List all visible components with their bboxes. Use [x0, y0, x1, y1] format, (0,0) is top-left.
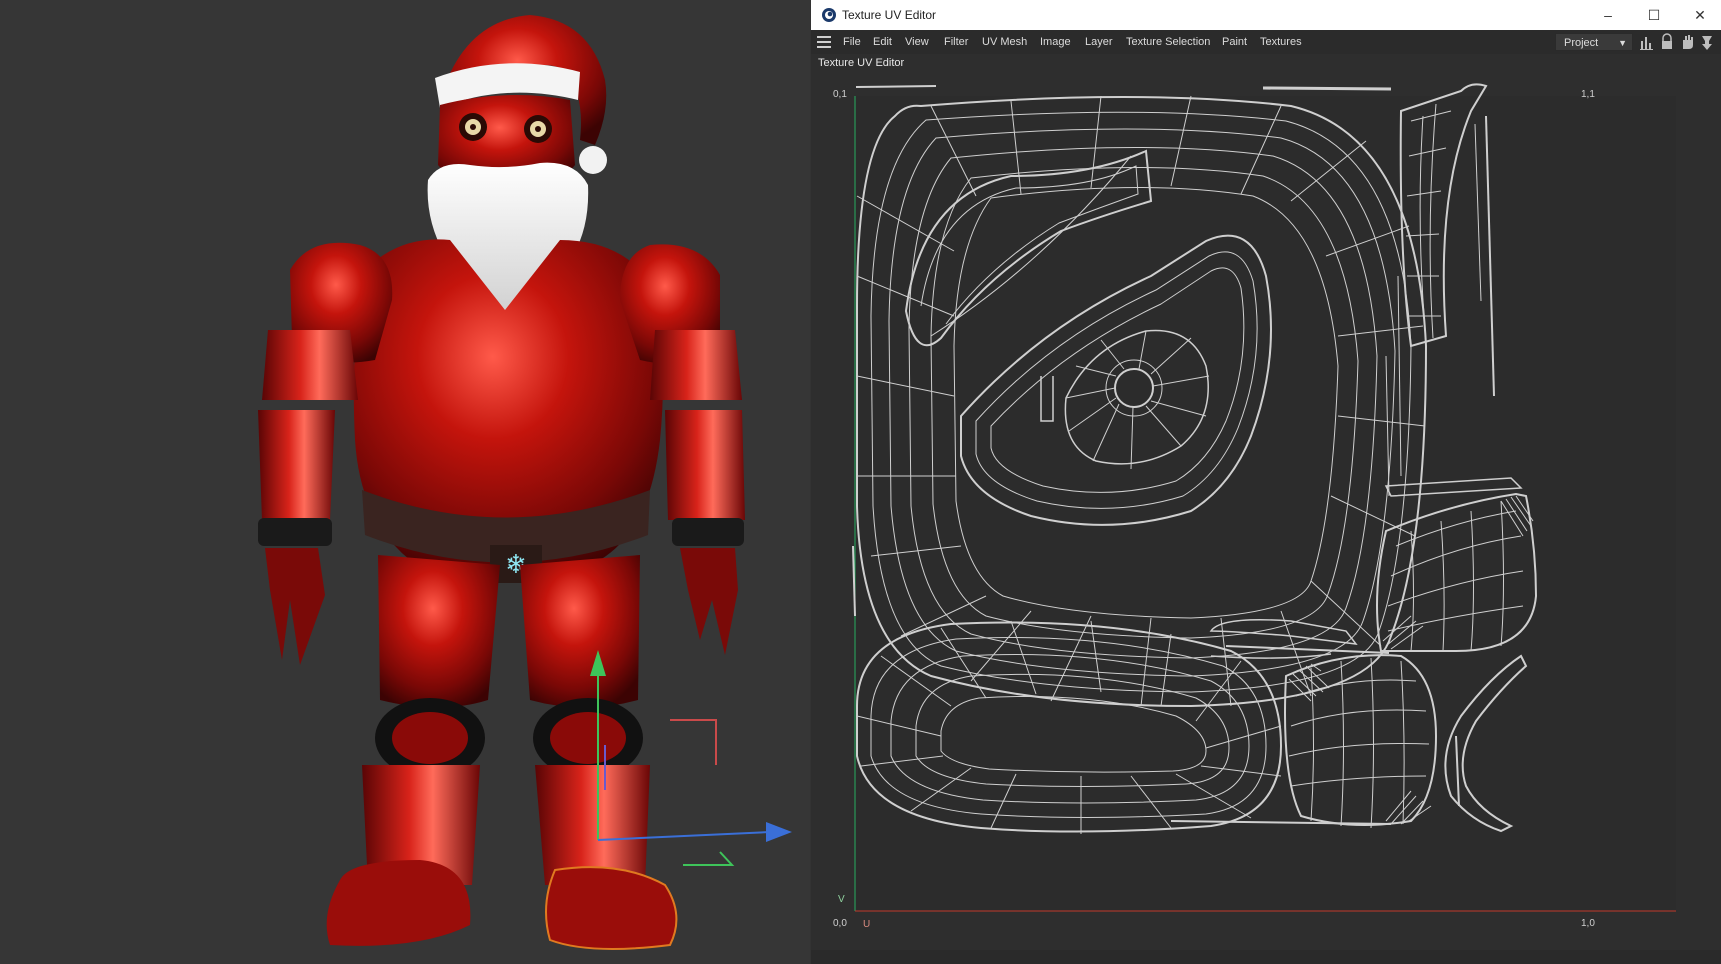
hamburger-menu-icon[interactable] [817, 36, 831, 48]
menu-paint[interactable]: Paint [1222, 36, 1247, 48]
project-select[interactable]: Project ▼ [1555, 33, 1633, 51]
status-bar [811, 950, 1721, 964]
uv-corner-bottom-right: 1,0 [1581, 918, 1595, 929]
uv-corner-bottom-left: 0,0 [833, 918, 847, 929]
pin-icon[interactable] [1699, 33, 1715, 51]
close-button[interactable]: ✕ [1683, 5, 1717, 25]
menu-textures[interactable]: Textures [1260, 36, 1302, 48]
panel-title: Texture UV Editor [818, 57, 905, 69]
lock-icon[interactable] [1659, 33, 1675, 51]
project-select-value: Project [1564, 37, 1599, 49]
menu-edit[interactable]: Edit [873, 36, 892, 48]
cinema4d-logo-icon [822, 8, 836, 22]
menu-uv-mesh[interactable]: UV Mesh [982, 36, 1027, 48]
minimize-button[interactable]: – [1591, 5, 1625, 25]
menu-texture-selection[interactable]: Texture Selection [1126, 36, 1210, 48]
histogram-icon[interactable] [1639, 33, 1655, 51]
uv-corner-top-right: 1,1 [1581, 89, 1595, 100]
menu-filter[interactable]: Filter [944, 36, 968, 48]
3d-viewport[interactable]: ❄ [0, 0, 810, 964]
menu-bar: File Edit View Filter UV Mesh Image Laye… [811, 30, 1721, 54]
uv-mesh-wireframe[interactable] [811, 76, 1721, 946]
title-bar: Texture UV Editor – ☐ ✕ [811, 0, 1721, 30]
v-axis-label: V [838, 894, 845, 905]
menu-layer[interactable]: Layer [1085, 36, 1113, 48]
chevron-down-icon: ▼ [1618, 38, 1627, 48]
uv-editor-window: Texture UV Editor – ☐ ✕ File Edit View F… [811, 0, 1721, 964]
u-axis-label: U [863, 919, 871, 930]
uv-corner-top-left: 0,1 [833, 89, 847, 100]
menu-file[interactable]: File [843, 36, 861, 48]
uv-canvas[interactable]: 0,1 1,1 0,0 1,0 V U [811, 76, 1721, 946]
hat-pompom [579, 146, 607, 174]
menu-view[interactable]: View [905, 36, 929, 48]
maximize-button[interactable]: ☐ [1637, 5, 1671, 25]
robot-santa-model[interactable]: ❄ [0, 0, 810, 964]
window-title: Texture UV Editor [842, 8, 937, 22]
menu-image[interactable]: Image [1040, 36, 1071, 48]
hand-pan-icon[interactable] [1679, 33, 1695, 51]
